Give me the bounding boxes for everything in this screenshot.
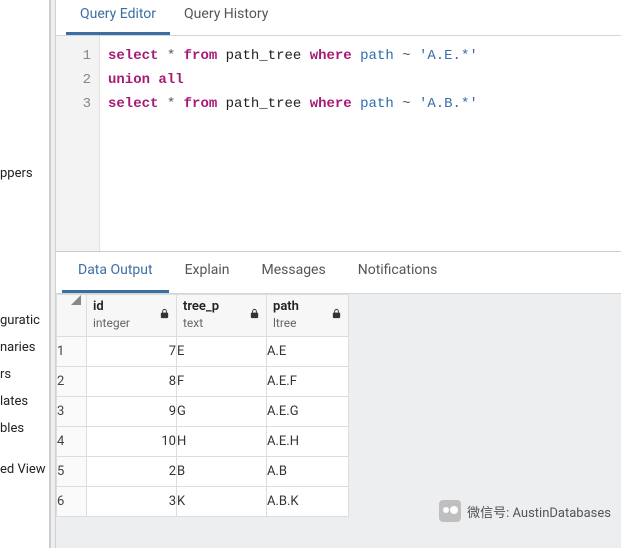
table-row[interactable]: 63KA.B.K [57, 487, 349, 517]
result-tabs: Data OutputExplainMessagesNotifications [56, 252, 621, 294]
cell-id[interactable]: 10 [87, 427, 177, 457]
sidebar-item[interactable]: naries [0, 334, 49, 361]
table-row[interactable]: 52BA.B [57, 457, 349, 487]
line-gutter: 123 [56, 36, 100, 251]
sidebar-item[interactable]: lates [0, 388, 49, 415]
watermark: 微信号: AustinDatabases [439, 500, 611, 522]
editor-tabs: Query EditorQuery History [56, 0, 621, 36]
code-line: select * from path_tree where path ~ 'A.… [108, 92, 621, 116]
result-tab-messages[interactable]: Messages [245, 252, 341, 293]
cell-tree_p[interactable]: K [177, 487, 267, 517]
cell-path[interactable]: A.E.F [267, 367, 349, 397]
lock-icon [159, 308, 170, 322]
table-row[interactable]: 410HA.E.H [57, 427, 349, 457]
code-line: select * from path_tree where path ~ 'A.… [108, 44, 621, 68]
line-number: 1 [56, 44, 91, 68]
sidebar-item[interactable]: ppers [0, 160, 49, 187]
lock-icon [331, 308, 342, 322]
result-tab-data-output[interactable]: Data Output [62, 252, 169, 293]
code-area[interactable]: select * from path_tree where path ~ 'A.… [100, 36, 621, 251]
cell-path[interactable]: A.B [267, 457, 349, 487]
cell-id[interactable]: 8 [87, 367, 177, 397]
cell-tree_p[interactable]: H [177, 427, 267, 457]
cell-id[interactable]: 9 [87, 397, 177, 427]
code-line: union all [108, 68, 621, 92]
table-row[interactable]: 39GA.E.G [57, 397, 349, 427]
column-header-tree_p[interactable]: tree_ptext [177, 295, 267, 337]
wechat-icon [439, 500, 461, 522]
sidebar-item[interactable]: ed View [0, 456, 49, 483]
cell-tree_p[interactable]: B [177, 457, 267, 487]
main-pane: Query EditorQuery History 123 select * f… [56, 0, 621, 548]
result-tab-explain[interactable]: Explain [169, 252, 246, 293]
column-header-id[interactable]: idinteger [87, 295, 177, 337]
line-number: 3 [56, 92, 91, 116]
table-row[interactable]: 28FA.E.F [57, 367, 349, 397]
row-number[interactable]: 6 [57, 487, 87, 517]
cell-id[interactable]: 3 [87, 487, 177, 517]
cell-path[interactable]: A.E.G [267, 397, 349, 427]
watermark-label: 微信号: AustinDatabases [467, 502, 611, 521]
lock-icon [249, 308, 260, 322]
cell-path[interactable]: A.E [267, 337, 349, 367]
cell-path[interactable]: A.E.H [267, 427, 349, 457]
row-number[interactable]: 2 [57, 367, 87, 397]
cell-tree_p[interactable]: G [177, 397, 267, 427]
row-number[interactable]: 1 [57, 337, 87, 367]
row-number[interactable]: 5 [57, 457, 87, 487]
sidebar-item[interactable]: bles [0, 415, 49, 442]
tab-query-editor[interactable]: Query Editor [66, 0, 170, 35]
sidebar-item[interactable]: guratic [0, 307, 49, 334]
tab-query-history[interactable]: Query History [170, 0, 282, 35]
table-row[interactable]: 17EA.E [57, 337, 349, 367]
row-number[interactable]: 4 [57, 427, 87, 457]
query-editor[interactable]: 123 select * from path_tree where path ~… [56, 36, 621, 252]
line-number: 2 [56, 68, 91, 92]
cell-path[interactable]: A.B.K [267, 487, 349, 517]
cell-id[interactable]: 2 [87, 457, 177, 487]
cell-tree_p[interactable]: F [177, 367, 267, 397]
cell-tree_p[interactable]: E [177, 337, 267, 367]
sidebar-item[interactable]: rs [0, 361, 49, 388]
row-select-all[interactable] [57, 295, 87, 337]
column-header-path[interactable]: pathltree [267, 295, 349, 337]
row-number[interactable]: 3 [57, 397, 87, 427]
result-tab-notifications[interactable]: Notifications [342, 252, 454, 293]
result-grid: idintegertree_ptextpathltree 17EA.E28FA.… [56, 294, 349, 517]
cell-id[interactable]: 7 [87, 337, 177, 367]
triangle-icon [71, 295, 81, 305]
sidebar: ppers guraticnariesrslatesbles ed View [0, 0, 50, 548]
